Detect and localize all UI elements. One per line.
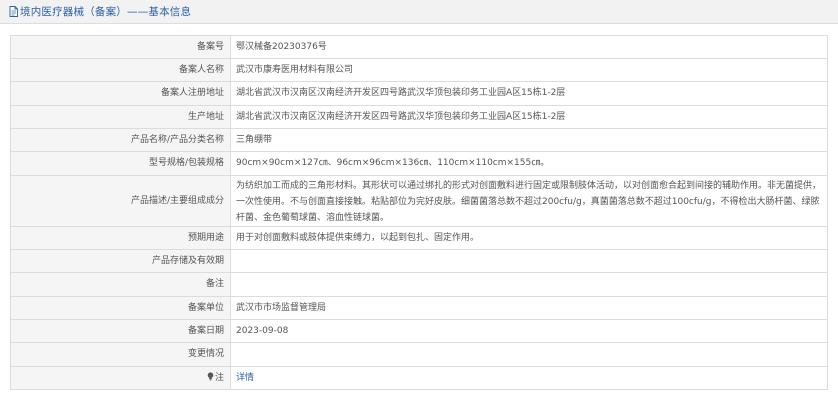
document-icon	[9, 6, 18, 17]
table-row: 预期用途 用于对创面敷料或肢体提供束缚力，以起到包扎、固定作用。	[10, 226, 828, 250]
row-label-filing-number: 备案号	[10, 35, 231, 59]
row-label-registered-address: 备案人注册地址	[10, 81, 231, 106]
row-value-product-name: 三角绷带	[230, 128, 828, 152]
table-row: 备注	[10, 272, 828, 297]
table-row: 备案号 鄂汉械备20230376号	[10, 35, 828, 59]
row-value-change-status	[230, 342, 828, 367]
row-label-specifications: 型号规格/包装规格	[10, 151, 231, 176]
page-title: 境内医疗器械（备案）——基本信息	[20, 6, 192, 18]
table-row: 型号规格/包装规格 90cm×90cm×127㎝、96cm×96cm×136㎝、…	[10, 151, 828, 176]
row-label-production-address: 生产地址	[10, 105, 231, 129]
row-label-note: 注	[10, 366, 231, 390]
row-label-remarks: 备注	[10, 272, 231, 297]
table-row: 备案单位 武汉市市场监督管理局	[10, 296, 828, 320]
table-row: 产品描述/主要组成成分 为纺织加工而成的三角形材料。其形状可以通过绑扎的形式对创…	[10, 175, 828, 227]
row-label-filing-authority: 备案单位	[10, 296, 231, 320]
row-value-intended-use: 用于对创面敷料或肢体提供束缚力，以起到包扎、固定作用。	[230, 226, 828, 250]
row-label-product-description: 产品描述/主要组成成分	[10, 175, 231, 227]
note-label: 注	[214, 372, 224, 383]
row-value-production-address: 湖北省武汉市汉南区汉南经济开发区四号路武汉华顶包装印务工业园A区15栋1-2层	[230, 105, 828, 129]
row-value-remarks	[230, 272, 828, 297]
row-label-product-name: 产品名称/产品分类名称	[10, 128, 231, 152]
row-label-filing-date: 备案日期	[10, 319, 231, 343]
row-value-note: 详情	[230, 366, 828, 390]
info-table: 备案号 鄂汉械备20230376号 备案人名称 武汉市康寿医用材料有限公司 备案…	[10, 35, 828, 390]
table-row: 变更情况	[10, 342, 828, 367]
row-value-specifications: 90cm×90cm×127㎝、96cm×96cm×136㎝、110cm×110c…	[230, 151, 828, 176]
table-row: 备案日期 2023-09-08	[10, 319, 828, 343]
table-row: 生产地址 湖北省武汉市汉南区汉南经济开发区四号路武汉华顶包装印务工业园A区15栋…	[10, 105, 828, 129]
row-label-intended-use: 预期用途	[10, 226, 231, 250]
row-value-registered-address: 湖北省武汉市汉南区汉南经济开发区四号路武汉华顶包装印务工业园A区15栋1-2层	[230, 81, 828, 106]
table-row: 备案人注册地址 湖北省武汉市汉南区汉南经济开发区四号路武汉华顶包装印务工业园A区…	[10, 81, 828, 106]
row-value-filing-number: 鄂汉械备20230376号	[230, 35, 828, 59]
row-value-product-description: 为纺织加工而成的三角形材料。其形状可以通过绑扎的形式对创面敷料进行固定或限制肢体…	[230, 175, 828, 227]
table-row: 注 详情	[10, 366, 828, 390]
table-row: 备案人名称 武汉市康寿医用材料有限公司	[10, 58, 828, 82]
page-header: 境内医疗器械（备案）——基本信息	[0, 0, 838, 24]
row-label-change-status: 变更情况	[10, 342, 231, 367]
row-value-filing-date: 2023-09-08	[230, 319, 828, 343]
table-row: 产品名称/产品分类名称 三角绷带	[10, 128, 828, 152]
row-label-storage-validity: 产品存储及有效期	[10, 249, 231, 273]
row-value-storage-validity	[230, 249, 828, 273]
row-label-filer-name: 备案人名称	[10, 58, 231, 82]
details-link[interactable]: 详情	[236, 373, 254, 383]
row-value-filing-authority: 武汉市市场监督管理局	[230, 296, 828, 320]
lightbulb-icon	[207, 371, 214, 381]
row-value-filer-name: 武汉市康寿医用材料有限公司	[230, 58, 828, 82]
table-row: 产品存储及有效期	[10, 249, 828, 273]
